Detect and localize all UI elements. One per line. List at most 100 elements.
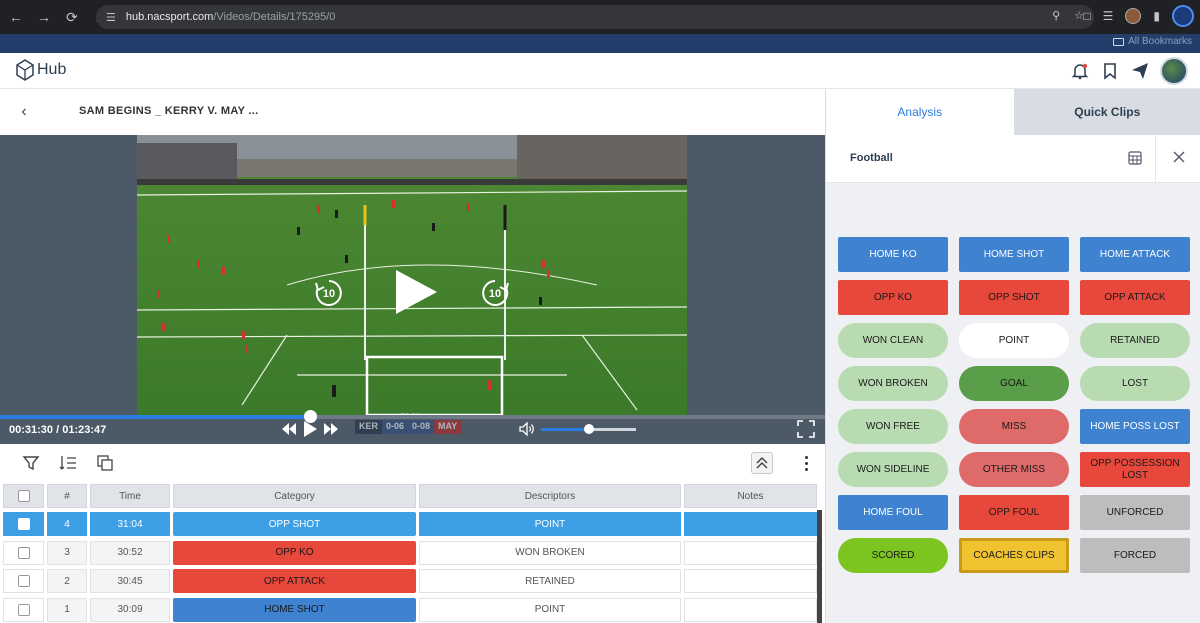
row-descriptor: POINT bbox=[419, 512, 681, 536]
rewind-10-icon[interactable]: 10 bbox=[313, 277, 345, 309]
code-button-scored[interactable]: SCORED bbox=[838, 538, 948, 573]
skip-back-icon[interactable] bbox=[281, 422, 297, 436]
send-icon[interactable] bbox=[1130, 61, 1150, 81]
table-row[interactable]: 3 30:52 OPP KO WON BROKEN bbox=[0, 539, 820, 567]
collapse-button[interactable] bbox=[751, 452, 773, 474]
code-button-home-poss-lost[interactable]: HOME POSS LOST bbox=[1080, 409, 1190, 444]
browser-toolbar: ← → ⟳ ⌂ ☰ hub.nacsport.com/Videos/Detail… bbox=[0, 0, 1200, 34]
profile-icon[interactable] bbox=[1172, 5, 1194, 27]
code-button-miss[interactable]: MISS bbox=[959, 409, 1069, 444]
code-button-lost[interactable]: LOST bbox=[1080, 366, 1190, 401]
row-time: 31:04 bbox=[90, 512, 170, 536]
filter-icon[interactable] bbox=[22, 454, 40, 472]
code-button-won-sideline[interactable]: WON SIDELINE bbox=[838, 452, 948, 487]
url-path: /Videos/Details/175295/0 bbox=[213, 11, 336, 23]
code-button-point[interactable]: POINT bbox=[959, 323, 1069, 358]
code-button-opp-possession-lost[interactable]: OPP POSSESSION LOST bbox=[1080, 452, 1190, 487]
skip-forward-icon[interactable] bbox=[323, 422, 339, 436]
tab-analysis[interactable]: Analysis bbox=[826, 89, 1014, 135]
code-button-other-miss[interactable]: OTHER MISS bbox=[959, 452, 1069, 487]
reload-icon[interactable]: ⟳ bbox=[60, 5, 84, 29]
hub-logo-icon bbox=[16, 59, 34, 81]
code-button-opp-shot[interactable]: OPP SHOT bbox=[959, 280, 1069, 315]
row-category: OPP ATTACK bbox=[173, 569, 416, 593]
volume-icon[interactable] bbox=[519, 422, 535, 436]
back-chevron-icon[interactable]: ‹ bbox=[14, 102, 34, 122]
extension-avatar-icon[interactable] bbox=[1125, 8, 1142, 24]
extensions-icon[interactable]: □ bbox=[1083, 9, 1090, 23]
table-header-row: # Time Category Descriptors Notes bbox=[0, 482, 820, 510]
zoom-icon[interactable]: ⚲ bbox=[1052, 9, 1060, 22]
video-player[interactable]: 10 10 28:01 00:31:30 / 01:23:47 KER 0-06… bbox=[0, 135, 825, 444]
app-header: Hub bbox=[0, 53, 1200, 89]
video-progress-bar[interactable] bbox=[0, 410, 825, 423]
tab-quick-clips[interactable]: Quick Clips bbox=[1013, 89, 1200, 135]
video-frame[interactable]: 10 10 bbox=[137, 135, 687, 415]
video-title: SAM BEGINS _ KERRY V. MAY ... bbox=[79, 105, 259, 117]
row-num: 3 bbox=[47, 540, 87, 565]
row-checkbox[interactable] bbox=[17, 518, 30, 530]
code-button-forced[interactable]: FORCED bbox=[1080, 538, 1190, 573]
reading-list-icon[interactable]: ☰ bbox=[1103, 9, 1114, 23]
bookmark-icon[interactable] bbox=[1100, 61, 1120, 81]
more-vertical-icon[interactable] bbox=[799, 452, 813, 474]
code-button-home-attack[interactable]: HOME ATTACK bbox=[1080, 237, 1190, 272]
table-grid-icon[interactable] bbox=[1128, 151, 1142, 165]
row-checkbox[interactable] bbox=[17, 575, 30, 587]
header-notes[interactable]: Notes bbox=[684, 484, 817, 508]
code-button-retained[interactable]: RETAINED bbox=[1080, 323, 1190, 358]
video-title-bar: ‹ SAM BEGINS _ KERRY V. MAY ... bbox=[0, 89, 825, 135]
forward-10-icon[interactable]: 10 bbox=[479, 277, 511, 309]
row-time: 30:45 bbox=[90, 569, 170, 593]
code-button-opp-ko[interactable]: OPP KO bbox=[838, 280, 948, 315]
code-button-opp-foul[interactable]: OPP FOUL bbox=[959, 495, 1069, 530]
analysis-panel: Analysis Quick Clips Football HOME KO HOM… bbox=[825, 89, 1200, 623]
back-arrow-icon[interactable]: ← bbox=[4, 5, 28, 29]
header-time[interactable]: Time bbox=[90, 484, 170, 508]
header-descriptors[interactable]: Descriptors bbox=[419, 484, 681, 508]
code-button-home-shot[interactable]: HOME SHOT bbox=[959, 237, 1069, 272]
sidebar-toggle-icon[interactable]: ▮ bbox=[1153, 9, 1160, 23]
notification-bell-icon[interactable] bbox=[1070, 61, 1090, 81]
header-num[interactable]: # bbox=[47, 484, 87, 508]
row-check-cell bbox=[3, 597, 44, 622]
play-icon[interactable] bbox=[393, 269, 439, 315]
all-bookmarks[interactable]: All Bookmarks bbox=[1113, 36, 1192, 47]
table-toolbar bbox=[0, 444, 825, 482]
forward-arrow-icon[interactable]: → bbox=[32, 5, 56, 29]
volume-slider[interactable] bbox=[541, 423, 636, 434]
row-time: 30:09 bbox=[90, 597, 170, 622]
code-button-won-free[interactable]: WON FREE bbox=[838, 409, 948, 444]
table-row[interactable]: 1 30:09 HOME SHOT POINT bbox=[0, 596, 820, 623]
row-time: 30:52 bbox=[90, 540, 170, 565]
progress-fill bbox=[0, 415, 311, 419]
svg-text:10: 10 bbox=[489, 288, 501, 300]
sort-list-icon[interactable] bbox=[59, 454, 77, 472]
code-button-home-foul[interactable]: HOME FOUL bbox=[838, 495, 948, 530]
row-checkbox[interactable] bbox=[17, 546, 30, 559]
fullscreen-icon[interactable] bbox=[797, 420, 815, 438]
table-row[interactable]: 4 31:04 OPP SHOT POINT bbox=[0, 510, 820, 538]
table-scrollbar[interactable] bbox=[817, 510, 822, 623]
hub-logo[interactable]: Hub bbox=[16, 59, 66, 81]
site-info-icon[interactable]: ☰ bbox=[106, 11, 116, 24]
code-button-home-ko[interactable]: HOME KO bbox=[838, 237, 948, 272]
row-notes bbox=[684, 569, 817, 593]
code-button-goal[interactable]: GOAL bbox=[959, 366, 1069, 401]
table-row[interactable]: 2 30:45 OPP ATTACK RETAINED bbox=[0, 567, 820, 595]
code-button-won-broken[interactable]: WON BROKEN bbox=[838, 366, 948, 401]
header-category[interactable]: Category bbox=[173, 484, 416, 508]
copy-clips-icon[interactable] bbox=[96, 454, 114, 472]
row-descriptor: POINT bbox=[419, 597, 681, 622]
code-button-opp-attack[interactable]: OPP ATTACK bbox=[1080, 280, 1190, 315]
close-icon[interactable] bbox=[1172, 150, 1186, 164]
small-play-icon[interactable] bbox=[301, 420, 319, 438]
row-checkbox[interactable] bbox=[17, 603, 30, 616]
select-all-checkbox[interactable] bbox=[17, 490, 30, 502]
code-button-unforced[interactable]: UNFORCED bbox=[1080, 495, 1190, 530]
code-button-coaches-clips[interactable]: COACHES CLIPS bbox=[959, 538, 1069, 573]
address-bar[interactable]: ☰ hub.nacsport.com/Videos/Details/175295… bbox=[96, 5, 1094, 29]
user-avatar[interactable] bbox=[1160, 57, 1188, 85]
code-button-won-clean[interactable]: WON CLEAN bbox=[838, 323, 948, 358]
volume-thumb[interactable] bbox=[583, 423, 594, 434]
